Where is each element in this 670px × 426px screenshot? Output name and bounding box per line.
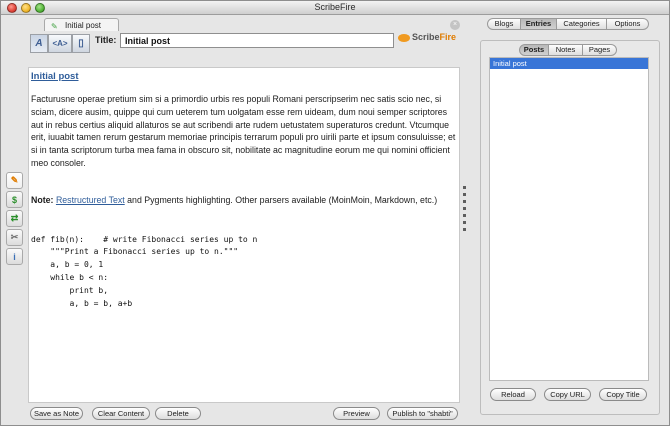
editor-tab[interactable]: ✎ Initial post — [44, 18, 119, 31]
editor-buttons: Save as Note Clear Content Delete Previe… — [30, 407, 460, 421]
format-mode-buttons: A <A> ▯ — [30, 34, 90, 53]
copy-title-button[interactable]: Copy Title — [599, 388, 647, 401]
editor-tab-label: Initial post — [65, 21, 102, 30]
save-as-note-button[interactable]: Save as Note — [30, 407, 83, 420]
scribefire-icon — [398, 33, 410, 42]
editor-panel: ✎ Initial post × A <A> ▯ Title: ScribeFi… — [26, 17, 463, 422]
panel-splitter[interactable] — [463, 186, 467, 256]
delete-button[interactable]: Delete — [155, 407, 201, 420]
tab-categories[interactable]: Categories — [557, 18, 607, 30]
subtab-notes[interactable]: Notes — [549, 44, 583, 56]
html-source-mode-button[interactable]: <A> — [48, 34, 72, 53]
tab-options[interactable]: Options — [607, 18, 649, 30]
entries-list[interactable]: Initial post — [489, 57, 649, 381]
close-tab-icon[interactable]: × — [450, 20, 460, 30]
list-item[interactable]: Initial post — [490, 58, 648, 69]
note-label: Note: — [31, 194, 54, 205]
reload-button[interactable]: Reload — [490, 388, 536, 401]
subtab-posts[interactable]: Posts — [519, 44, 549, 56]
tab-blogs[interactable]: Blogs — [487, 18, 521, 30]
post-tab-icon: ✎ — [51, 22, 58, 31]
post-content-editor[interactable]: Initial post Facturusne operae pretium s… — [28, 67, 460, 403]
notes-mode-button[interactable]: ▯ — [72, 34, 90, 53]
main-tabs: Blogs Entries Categories Options — [487, 18, 649, 30]
code-block: def fib(n): # write Fibonacci series up … — [31, 234, 258, 309]
entry-buttons: Reload Copy URL Copy Title — [482, 388, 660, 402]
entry-subtabs: Posts Notes Pages — [519, 44, 617, 56]
post-title-input[interactable] — [120, 33, 394, 48]
post-note: Note: Restructured Text and Pygments hig… — [31, 194, 459, 207]
post-paragraph: Facturusne operae pretium sim si a primo… — [31, 94, 456, 168]
scribefire-logo: ScribeFire — [398, 32, 460, 46]
post-heading-link[interactable]: Initial post — [31, 71, 459, 82]
clear-content-button[interactable]: Clear Content — [92, 407, 150, 420]
left-toolbar: ✎ $ ⇄ ✂ i — [6, 172, 23, 267]
note-text: and Pygments highlighting. Other parsers… — [124, 194, 438, 205]
title-label: Title: — [95, 35, 117, 45]
tools-icon[interactable]: ✂ — [6, 229, 23, 246]
window-title: ScribeFire — [314, 2, 356, 12]
tab-entries[interactable]: Entries — [521, 18, 557, 30]
brand-prefix: Scribe — [412, 32, 440, 42]
preview-button[interactable]: Preview — [333, 407, 380, 420]
app-window: ScribeFire ✎ $ ⇄ ✂ i ✎ Initial post × A … — [0, 0, 670, 426]
title-bar: ScribeFire — [1, 1, 669, 15]
brand-suffix: Fire — [439, 32, 457, 42]
notepad-icon[interactable]: ✎ — [6, 172, 23, 189]
right-panel: Blogs Entries Categories Options Posts N… — [471, 17, 667, 423]
copy-url-button[interactable]: Copy URL — [544, 388, 591, 401]
restructured-text-link[interactable]: Restructured Text — [56, 195, 125, 205]
dollar-icon[interactable]: $ — [6, 191, 23, 208]
info-icon[interactable]: i — [6, 248, 23, 265]
rich-text-mode-button[interactable]: A — [30, 34, 48, 53]
subtab-pages[interactable]: Pages — [583, 44, 617, 56]
sync-icon[interactable]: ⇄ — [6, 210, 23, 227]
publish-button[interactable]: Publish to "shabti" — [387, 407, 458, 420]
